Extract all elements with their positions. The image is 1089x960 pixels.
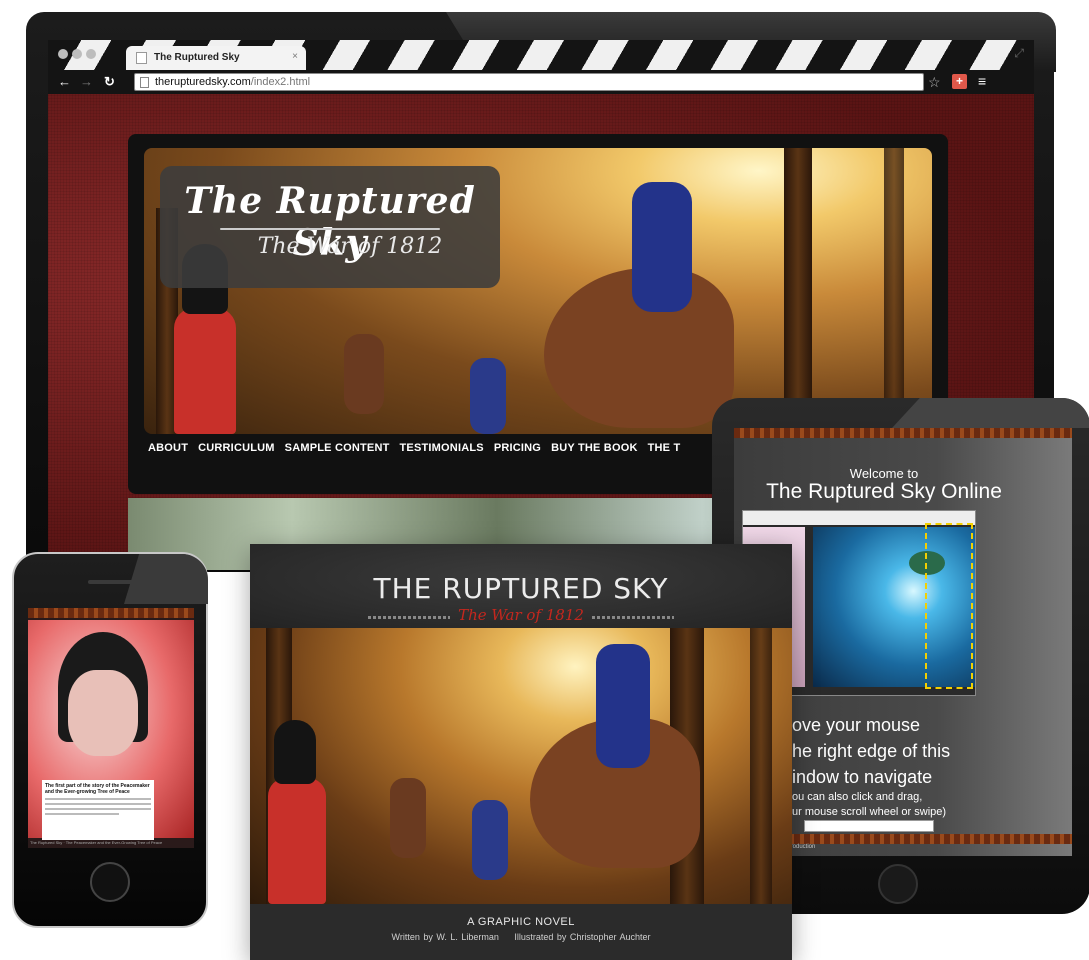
book-credits: Written by W. L. Liberman Illustrated by… (250, 932, 792, 942)
warrior-figure (390, 778, 426, 858)
page-icon (140, 77, 149, 88)
address-bar[interactable]: therupturedsky.com/index2.html (134, 73, 924, 91)
navigation-hotspot-highlight (925, 523, 973, 689)
menu-hamburger-icon[interactable]: ≡ (978, 73, 986, 89)
nav-item-pricing[interactable]: PRICING (494, 442, 541, 454)
book-cover-header: THE RUPTURED SKY The War of 1812 (250, 544, 792, 628)
author-credit: Written by W. L. Liberman (391, 932, 499, 942)
text-line (45, 813, 120, 815)
bookmark-star-icon[interactable]: ☆ (928, 74, 941, 91)
book-title: THE RUPTURED SKY (373, 572, 669, 605)
url-path: /index2.html (250, 76, 311, 88)
phone-footer-text: The Ruptured Sky · The Peacemaker and th… (30, 840, 163, 845)
face-figure (68, 670, 138, 756)
instruction-line: indow to navigate (792, 767, 933, 787)
favicon-icon (136, 52, 147, 64)
extension-plus-icon[interactable]: + (952, 74, 967, 89)
nav-item-curriculum[interactable]: CURRICULUM (198, 442, 275, 454)
fullscreen-icon[interactable]: ⤢ (1014, 46, 1024, 61)
tree-trunk (884, 148, 904, 434)
nav-item-about[interactable]: ABOUT (148, 442, 188, 454)
bluecoat-soldier-figure (470, 358, 506, 434)
tree-trunk (750, 628, 772, 904)
phone-caption-box: The first part of the story of the Peace… (42, 780, 154, 840)
hero-illustration: The Ruptured Sky The War of 1812 (144, 148, 932, 434)
device-mockup-stage: The Ruptured Sky × ⤢ ← → ↻ therupturedsk… (0, 0, 1089, 960)
text-line (45, 798, 151, 800)
bluecoat-soldier-figure (472, 800, 508, 880)
text-line (45, 808, 151, 810)
tablet-input-field[interactable] (804, 820, 934, 832)
nav-item-buy-the-book[interactable]: BUY THE BOOK (551, 442, 638, 454)
instruction-small-line: ur mouse scroll wheel or swipe) (792, 806, 947, 818)
browser-tab[interactable]: The Ruptured Sky × (126, 46, 306, 70)
tablet-gloss (892, 398, 1089, 428)
back-arrow-icon[interactable]: ← (58, 74, 71, 89)
browser-tab-title: The Ruptured Sky (154, 52, 240, 63)
browser-tab-strip: The Ruptured Sky × ⤢ (48, 40, 1034, 70)
nav-item-testimonials[interactable]: TESTIMONIALS (400, 442, 484, 454)
phone-gloss (124, 554, 208, 604)
text-line (45, 803, 151, 805)
phone-home-button[interactable] (90, 862, 130, 902)
tab-close-icon[interactable]: × (292, 51, 298, 62)
wood-border-top (28, 608, 194, 618)
site-logo[interactable]: The Ruptured Sky The War of 1812 (160, 166, 500, 288)
phone-speaker (88, 580, 134, 584)
redcoat-soldier-figure (174, 308, 236, 434)
reload-icon[interactable]: ↻ (104, 74, 115, 90)
instruction-small-line: ou can also click and drag, (792, 791, 923, 803)
nav-item-truncated[interactable]: THE T (648, 442, 681, 454)
url-host: therupturedsky.com (155, 76, 251, 88)
tablet-welcome-text: Welcome to (849, 466, 919, 481)
book-cover: THE RUPTURED SKY The War of 1812 A GRAPH… (250, 544, 792, 960)
minimize-window-icon[interactable] (72, 49, 82, 59)
phone-device: The first part of the story of the Peace… (12, 552, 208, 928)
phone-caption-title: The first part of the story of the Peace… (45, 783, 150, 795)
tablet-title: The Ruptured Sky Online (766, 480, 1002, 503)
wood-border-top (734, 428, 1072, 438)
logo-subtitle: The War of 1812 (257, 234, 443, 259)
tablet-instructions-small: ou can also click and drag, ur mouse scr… (792, 790, 946, 820)
tree-trunk (784, 148, 812, 434)
instruction-line: ove your mouse (792, 715, 921, 735)
warrior-figure (344, 334, 384, 414)
tablet-home-button[interactable] (878, 864, 918, 904)
phone-screen: The first part of the story of the Peace… (28, 608, 194, 848)
book-kicker: A GRAPHIC NOVEL (467, 916, 575, 928)
book-cover-illustration (250, 628, 792, 904)
instruction-line: he right edge of this (792, 741, 951, 761)
logo-flourish (220, 228, 440, 230)
tablet-instructions: ove your mouse he right edge of this ind… (792, 712, 950, 790)
book-cover-footer: A GRAPHIC NOVEL Written by W. L. Liberma… (250, 904, 792, 960)
nav-item-sample-content[interactable]: SAMPLE CONTENT (285, 442, 390, 454)
bearskin-hat-figure (274, 720, 316, 784)
maximize-window-icon[interactable] (86, 49, 96, 59)
window-controls (58, 49, 96, 59)
close-window-icon[interactable] (58, 49, 68, 59)
book-subtitle: The War of 1812 (458, 606, 584, 624)
forward-arrow-icon[interactable]: → (80, 74, 93, 89)
rider-figure (596, 644, 650, 768)
rider-figure (632, 182, 692, 312)
browser-toolbar: ← → ↻ therupturedsky.com/index2.html ☆ +… (48, 70, 1034, 94)
illustrator-credit: Illustrated by Christopher Auchter (514, 932, 651, 942)
redcoat-soldier-figure (268, 778, 326, 904)
site-navigation: ABOUT CURRICULUM SAMPLE CONTENT TESTIMON… (148, 442, 680, 454)
